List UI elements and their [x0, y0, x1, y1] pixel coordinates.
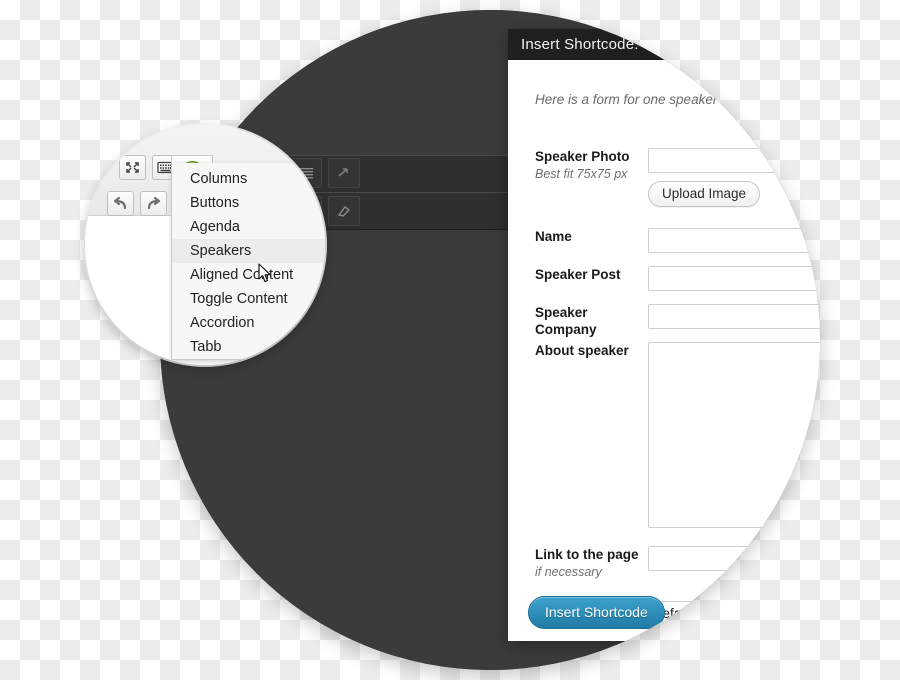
menu-item-aligned-content[interactable]: Aligned Content: [172, 263, 325, 287]
link-icon[interactable]: [328, 158, 360, 188]
eraser-icon[interactable]: [328, 196, 360, 226]
mouse-cursor-icon: [258, 263, 272, 283]
speaker-post-input[interactable]: [648, 266, 820, 291]
field-row-about-speaker: About speaker: [508, 342, 820, 528]
field-row-link-to-page: Link to the page if necessary: [508, 546, 820, 581]
menu-item-tabbed-content[interactable]: Tabb: [172, 335, 325, 359]
about-speaker-textarea[interactable]: [648, 342, 820, 528]
upload-image-button[interactable]: Upload Image: [648, 181, 761, 207]
label-speaker-photo: Speaker Photo Best fit 75x75 px: [508, 148, 648, 183]
mini-editor: ? Columns Buttons Agenda Speakers Aligne…: [85, 125, 325, 365]
field-row-speaker-company: Speaker Company: [508, 304, 820, 338]
undo-icon[interactable]: [107, 191, 134, 216]
label-link-to-page-text: Link to the page: [535, 547, 639, 562]
speaker-photo-controls: Upload Image: [648, 148, 820, 207]
menu-item-columns[interactable]: Columns: [172, 167, 325, 191]
menu-item-speakers[interactable]: Speakers: [172, 239, 325, 263]
menu-item-buttons[interactable]: Buttons: [172, 191, 325, 215]
redo-icon[interactable]: [140, 191, 167, 216]
dialog-title: Insert Shortcode: Speakers: [508, 29, 820, 60]
link-to-page-input[interactable]: [648, 546, 820, 571]
speaker-company-input[interactable]: [648, 304, 820, 329]
label-speaker-photo-text: Speaker Photo: [535, 149, 630, 164]
speaker-photo-input[interactable]: [648, 148, 820, 173]
label-speaker-post: Speaker Post: [535, 267, 621, 282]
label-name: Name: [535, 229, 572, 244]
shortcode-dropdown-menu: Columns Buttons Agenda Speakers Aligned …: [171, 163, 325, 360]
screenshot-stage: Insert Shortcode: Speakers Here is a for…: [0, 0, 900, 680]
insert-shortcode-dialog: Insert Shortcode: Speakers Here is a for…: [508, 29, 820, 641]
magnified-menu-circle: ? Columns Buttons Agenda Speakers Aligne…: [85, 125, 325, 365]
label-link-to-page: Link to the page if necessary: [508, 546, 648, 581]
name-input[interactable]: [648, 228, 820, 253]
insert-shortcode-button[interactable]: Insert Shortcode: [528, 596, 665, 629]
chevron-down-icon[interactable]: [716, 605, 737, 624]
fullscreen-icon[interactable]: [119, 155, 146, 180]
label-speaker-photo-hint: Best fit 75x75 px: [535, 167, 628, 181]
dialog-body: Here is a form for one speaker below. To…: [508, 60, 820, 641]
label-about-speaker: About speaker: [535, 343, 629, 358]
field-row-speaker-photo: Speaker Photo Best fit 75x75 px Upload I…: [508, 148, 820, 207]
field-row-name: Name: [508, 228, 820, 253]
label-speaker-company: Speaker Company: [535, 305, 597, 337]
label-link-to-page-hint: if necessary: [535, 565, 602, 579]
menu-item-accordion[interactable]: Accordion: [172, 311, 325, 335]
menu-item-toggle-content[interactable]: Toggle Content: [172, 287, 325, 311]
field-row-speaker-post: Speaker Post: [508, 266, 820, 291]
menu-item-agenda[interactable]: Agenda: [172, 215, 325, 239]
dialog-intro-text: Here is a form for one speaker below. To…: [535, 92, 820, 107]
